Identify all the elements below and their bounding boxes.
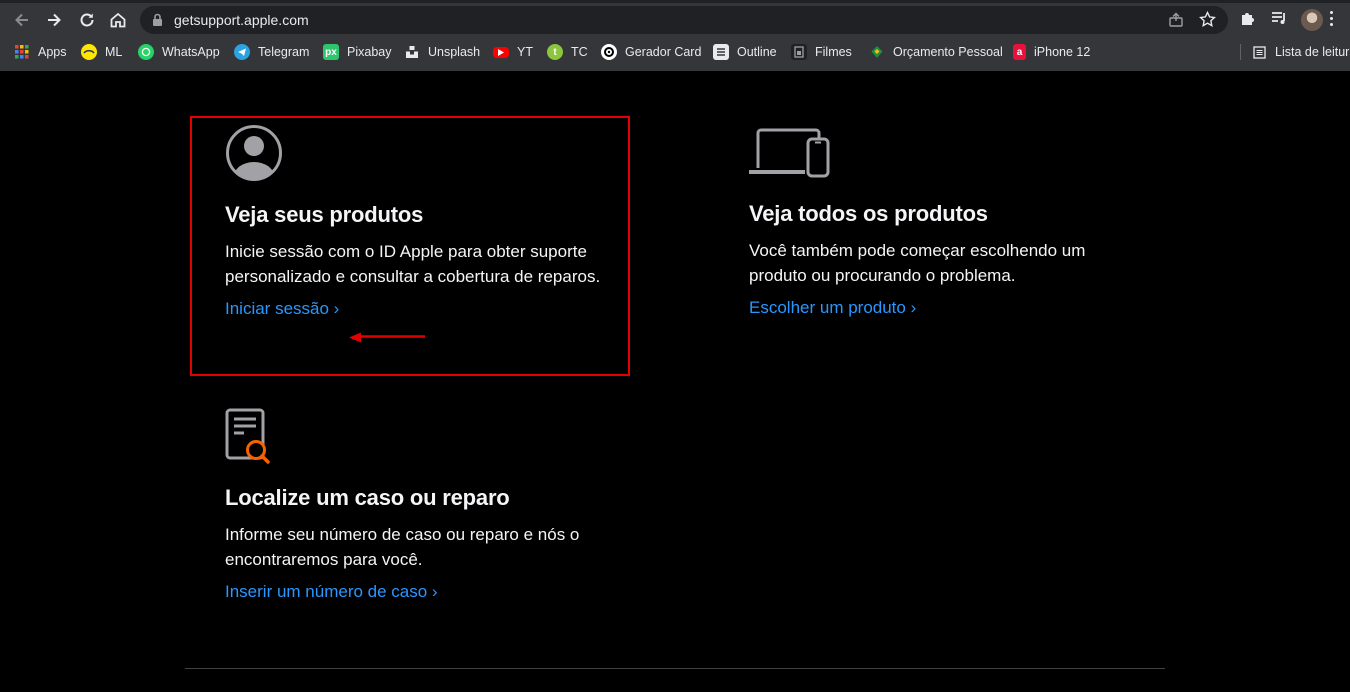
tab-strip-edge <box>0 0 1350 3</box>
reading-list-icon <box>1251 44 1267 60</box>
unsplash-icon <box>404 44 420 60</box>
section-divider <box>185 668 1165 669</box>
share-icon[interactable] <box>1168 12 1184 28</box>
laptop-phone-icon <box>749 128 830 178</box>
bookmark-label: Filmes <box>815 45 852 59</box>
bookmark-apps[interactable]: Apps <box>14 40 67 64</box>
bookmark-tc[interactable]: t TC <box>547 40 588 64</box>
lock-icon[interactable] <box>152 13 163 27</box>
bookmark-telegram[interactable]: Telegram <box>234 40 309 64</box>
bookmark-label: ML <box>105 45 123 59</box>
bookmark-label: iPhone 12 <box>1034 45 1091 59</box>
orcamento-icon <box>869 44 885 60</box>
card-title: Localize um caso ou reparo <box>225 485 510 510</box>
card-description: Você também pode começar escolhendo um p… <box>749 241 1086 285</box>
bookmark-label: Outline <box>737 45 777 59</box>
bookmark-label: Apps <box>38 45 67 59</box>
bookmark-label: TC <box>571 45 588 59</box>
bookmark-label: Pixabay <box>347 45 392 59</box>
media-control-icon[interactable] <box>1270 9 1288 27</box>
reading-list-button[interactable]: Lista de leitura <box>1251 40 1350 64</box>
annotation-arrow-icon <box>349 332 425 343</box>
bookmark-label: Unsplash <box>428 45 481 59</box>
iphone-icon: a <box>1013 44 1026 60</box>
back-arrow-icon <box>15 13 28 27</box>
browser-menu-icon[interactable] <box>1330 11 1334 29</box>
bookmark-label: WhatsApp <box>162 45 220 59</box>
url-text[interactable]: getsupport.apple.com <box>174 12 309 28</box>
bookmark-outline[interactable]: Outline <box>713 40 777 64</box>
bookmark-yt[interactable]: YT <box>493 40 533 64</box>
bookmarks-bar: Apps ML WhatsApp Telegram px Pixabay Uns… <box>0 40 1350 64</box>
profile-avatar[interactable] <box>1301 9 1323 31</box>
bookmark-orcamento[interactable]: Orçamento Pessoal <box>869 40 1003 64</box>
bookmark-star-icon[interactable] <box>1199 11 1216 28</box>
document-search-icon <box>225 408 270 464</box>
bookmark-gerador-card[interactable]: Gerador Card <box>601 40 701 64</box>
reload-icon <box>80 13 94 27</box>
forward-button[interactable] <box>43 9 65 31</box>
card-find-case: Localize um caso ou reparo Informe seu n… <box>225 408 615 602</box>
forward-arrow-icon <box>48 13 61 27</box>
bookmark-unsplash[interactable]: Unsplash <box>404 40 480 64</box>
card-title: Veja todos os produtos <box>749 201 988 226</box>
pixabay-icon: px <box>323 44 339 60</box>
reading-list-label: Lista de leitura <box>1275 45 1350 59</box>
support-page: Veja seus produtos Inicie sessão com o I… <box>0 71 1350 692</box>
bookmark-whatsapp[interactable]: WhatsApp <box>138 40 220 64</box>
apps-grid-icon <box>14 44 30 60</box>
bookmark-ml[interactable]: ML <box>81 40 122 64</box>
gerador-card-icon <box>601 44 617 60</box>
card-all-products: Veja todos os produtos Você também pode … <box>749 127 1129 318</box>
bookmark-label: Gerador Card <box>625 45 702 59</box>
whatsapp-icon <box>138 44 154 60</box>
bookmark-label: YT <box>517 45 533 59</box>
enter-case-number-link[interactable]: Inserir um número de caso › <box>225 582 438 602</box>
bookmark-pixabay[interactable]: px Pixabay <box>323 40 391 64</box>
extensions-puzzle-icon[interactable] <box>1240 9 1256 27</box>
bookmark-label: Orçamento Pessoal <box>893 45 1003 59</box>
bookmark-label: Telegram <box>258 45 310 59</box>
home-button[interactable] <box>107 9 129 31</box>
choose-product-link[interactable]: Escolher um produto › <box>749 298 916 318</box>
address-bar[interactable]: getsupport.apple.com <box>140 6 1228 34</box>
reload-button[interactable] <box>76 9 98 31</box>
tc-icon: t <box>547 44 563 60</box>
youtube-icon <box>493 46 509 58</box>
browser-chrome: getsupport.apple.com Apps ML WhatsApp Te… <box>0 0 1350 71</box>
bookmarks-separator <box>1240 44 1241 60</box>
back-button[interactable] <box>11 9 33 31</box>
mercadolivre-icon <box>81 44 97 60</box>
filmes-icon <box>791 44 807 60</box>
home-icon <box>110 12 126 28</box>
outline-icon <box>713 44 729 60</box>
bookmark-filmes[interactable]: Filmes <box>791 40 852 64</box>
bookmark-iphone[interactable]: a iPhone 12 <box>1013 40 1090 64</box>
telegram-icon <box>234 44 250 60</box>
card-description: Informe seu número de caso ou reparo e n… <box>225 525 580 569</box>
